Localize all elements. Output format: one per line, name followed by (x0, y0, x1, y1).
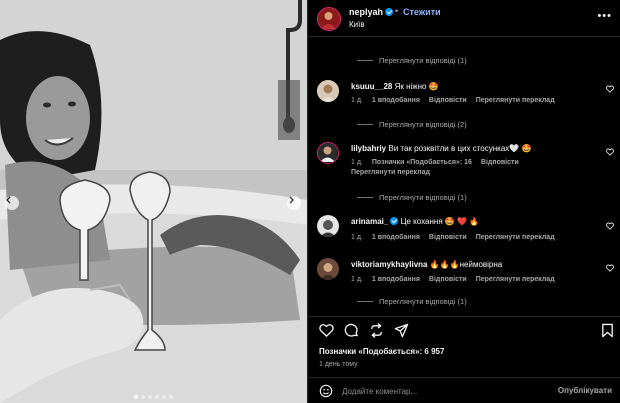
view-replies-label: Переглянути відповіді (1) (379, 297, 467, 306)
comment-meta: 1 д. 1 вподобання Відповісти Переглянути… (351, 234, 555, 241)
carousel-indicator (0, 395, 307, 399)
like-heart-icon[interactable] (319, 323, 334, 338)
view-replies-button[interactable]: Переглянути відповіді (2) (357, 120, 467, 129)
add-comment-bar: Опублікувати (308, 377, 620, 403)
post-actions-bar (308, 316, 620, 344)
replies-line (357, 301, 373, 302)
heart-icon[interactable] (606, 264, 614, 272)
post-details-panel: neplyah • Стежити Київ ••• Переглянути в… (307, 0, 620, 403)
commenter-username[interactable]: viktoriamykhaylivna (351, 260, 427, 269)
commenter-avatar[interactable] (317, 142, 339, 164)
view-replies-label: Переглянути відповіді (1) (379, 56, 467, 65)
view-replies-button[interactable]: Переглянути відповіді (1) (357, 193, 467, 202)
view-replies-label: Переглянути відповіді (1) (379, 193, 467, 202)
commenter-avatar-image (317, 258, 339, 280)
follow-button[interactable]: Стежити (403, 7, 441, 17)
translate-button[interactable]: Переглянути переклад (351, 169, 430, 176)
comment-time[interactable]: 1 д. (351, 97, 363, 104)
author-avatar-image (318, 8, 339, 29)
commenter-avatar[interactable] (317, 80, 339, 102)
comment-likes[interactable]: 1 вподобання (372, 97, 420, 104)
comment-input[interactable] (342, 383, 542, 399)
carousel-dot (141, 395, 145, 399)
translate-button[interactable]: Переглянути переклад (476, 276, 555, 283)
comment-likes[interactable]: Позначки «Подобається»: 16 (372, 159, 472, 166)
comment-text: ksuuu__28 Як ніжно 🤩 (351, 82, 439, 91)
comment-meta: 1 д. 1 вподобання Відповісти Переглянути… (351, 276, 555, 283)
carousel-dot (148, 395, 152, 399)
publish-button[interactable]: Опублікувати (558, 386, 612, 395)
author-avatar[interactable] (317, 7, 341, 31)
photo-illustration (0, 0, 307, 403)
comment-time[interactable]: 1 д. (351, 234, 363, 241)
reply-button[interactable]: Відповісти (429, 276, 467, 283)
chevron-left-icon (6, 196, 11, 204)
replies-line (357, 124, 373, 125)
view-replies-button[interactable]: Переглянути відповіді (1) (357, 297, 467, 306)
bookmark-icon[interactable] (600, 323, 615, 338)
commenter-username[interactable]: ksuuu__28 (351, 82, 392, 91)
post-photo[interactable] (0, 0, 307, 403)
comment-time[interactable]: 1 д. (351, 159, 363, 166)
carousel-dot (169, 395, 173, 399)
header-separator: • (395, 6, 399, 16)
replies-line (357, 60, 373, 61)
translate-button[interactable]: Переглянути переклад (476, 97, 555, 104)
commenter-avatar-image (318, 143, 337, 162)
commenter-avatar[interactable] (317, 215, 339, 237)
comment-likes[interactable]: 1 вподобання (372, 276, 420, 283)
chevron-right-icon (289, 196, 294, 204)
comment-meta: 1 д. Позначки «Подобається»: 16 Відповіс… (351, 159, 519, 166)
commenter-username[interactable]: arinamai_ (351, 217, 399, 226)
carousel-dot (155, 395, 159, 399)
comment-meta: 1 д. 1 вподобання Відповісти Переглянути… (351, 97, 555, 104)
verified-badge-icon (385, 8, 394, 16)
carousel-dot (162, 395, 166, 399)
post-date[interactable]: 1 день тому (319, 361, 358, 368)
commenter-avatar-image (317, 80, 339, 102)
send-icon[interactable] (394, 323, 409, 338)
likes-count[interactable]: Позначки «Подобається»: 6 957 (319, 347, 444, 356)
author-username[interactable]: neplyah (349, 7, 394, 17)
verified-badge-icon (390, 217, 399, 225)
commenter-avatar-image (317, 215, 339, 237)
reply-button[interactable]: Відповісти (481, 159, 519, 166)
share-icon[interactable] (369, 323, 384, 338)
heart-icon[interactable] (606, 85, 614, 93)
carousel-dot (134, 395, 138, 399)
commenter-username[interactable]: lilybahriy (351, 144, 386, 153)
comment-meta-line-two: Переглянути переклад (351, 169, 430, 176)
heart-icon[interactable] (606, 148, 614, 156)
more-options-icon[interactable]: ••• (597, 10, 612, 22)
view-replies-label: Переглянути відповіді (2) (379, 120, 467, 129)
comment-icon[interactable] (344, 323, 359, 338)
comment-body: 🔥🔥🔥неймовірна (429, 260, 503, 269)
comment-text: arinamai_ Це кохання 🤩 ❤️ 🔥 (351, 217, 479, 226)
comment-text: viktoriamykhaylivna 🔥🔥🔥неймовірна (351, 260, 502, 269)
comment-text: lilybahriy Ви так розквітли в цих стосун… (351, 144, 531, 153)
comment-time[interactable]: 1 д. (351, 276, 363, 283)
comment-body: Це кохання 🤩 ❤️ 🔥 (400, 217, 480, 226)
reply-button[interactable]: Відповісти (429, 97, 467, 104)
comment-body: Ви так розквітли в цих стосунках🤍 🤩 (388, 144, 532, 153)
carousel-next-button[interactable] (287, 196, 301, 210)
view-replies-button[interactable]: Переглянути відповіді (1) (357, 56, 467, 65)
reply-button[interactable]: Відповісти (429, 234, 467, 241)
post-header: neplyah • Стежити Київ ••• (308, 0, 620, 37)
comment-likes[interactable]: 1 вподобання (372, 234, 420, 241)
heart-icon[interactable] (606, 222, 614, 230)
emoji-icon[interactable] (319, 384, 333, 398)
replies-line (357, 197, 373, 198)
comments-list[interactable]: Переглянути відповіді (1) ksuuu__28 Як н… (308, 38, 620, 315)
translate-button[interactable]: Переглянути переклад (476, 234, 555, 241)
carousel-prev-button[interactable] (5, 196, 19, 210)
post-location[interactable]: Київ (349, 20, 365, 29)
comment-body: Як ніжно 🤩 (394, 82, 439, 91)
commenter-avatar[interactable] (317, 258, 339, 280)
